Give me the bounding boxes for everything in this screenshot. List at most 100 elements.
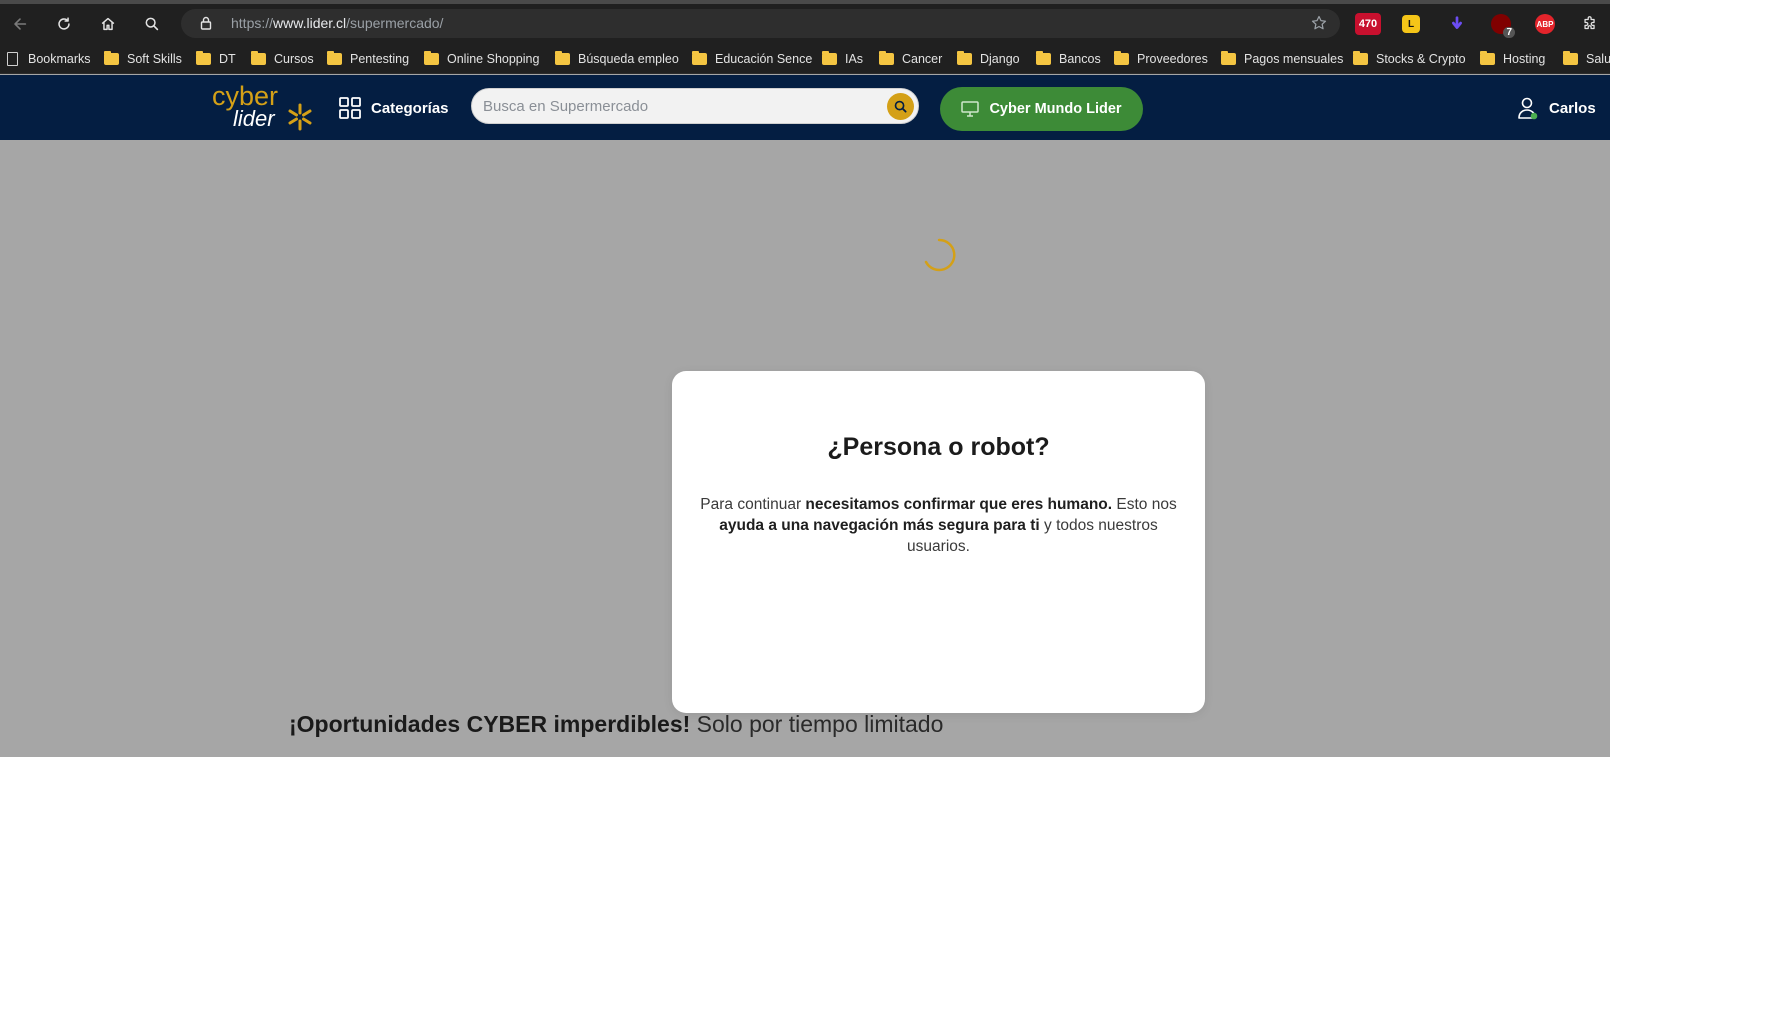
bookmark-label: Proveedores: [1137, 52, 1208, 66]
online-status-dot: [1530, 112, 1538, 120]
sale-badge-extension-icon[interactable]: 470: [1355, 13, 1381, 35]
user-icon: [1518, 97, 1538, 120]
bookmark-label: Stocks & Crypto: [1376, 52, 1466, 66]
bookmark-label: Online Shopping: [447, 52, 540, 66]
folder-icon: [692, 51, 707, 65]
bookmark-folder[interactable]: Pagos mensuales: [1221, 50, 1343, 68]
bookmark-folder[interactable]: Cancer: [879, 50, 942, 68]
modal-body-bold: ayuda a una navegación más segura para t…: [719, 517, 1040, 534]
reload-button[interactable]: [51, 11, 77, 37]
bookmark-label: Cancer: [902, 52, 943, 66]
bookmark-folder[interactable]: Django: [957, 50, 1020, 68]
l-extension-icon[interactable]: L: [1402, 15, 1420, 33]
modal-body-bold: necesitamos confirmar que eres humano.: [805, 496, 1113, 513]
bookmark-folder[interactable]: Cursos: [251, 50, 314, 68]
browser-window: https://www.lider.cl/supermercado/ 470 L…: [0, 0, 1610, 757]
url-host: www.lider.cl: [273, 15, 347, 31]
extension-badge: 7: [1503, 27, 1515, 38]
puzzle-icon: [1584, 16, 1595, 30]
lock-icon: [200, 16, 212, 30]
folder-icon: [879, 51, 894, 65]
folder-icon: [251, 51, 266, 65]
bookmark-item[interactable]: Bookmarks: [7, 50, 91, 68]
bookmark-folder[interactable]: Pentesting: [327, 50, 409, 68]
page-icon: [7, 52, 18, 66]
search-bar: [471, 88, 919, 124]
bookmark-label: Bookmarks: [28, 52, 91, 66]
site-header: cyber lider Categorías Busca en Supermer…: [0, 75, 1610, 140]
bookmark-folder[interactable]: IAs: [822, 50, 863, 68]
modal-body-text: Para continuar: [700, 496, 806, 513]
account-name: Carlos: [1549, 99, 1596, 117]
folder-icon: [1353, 51, 1368, 65]
modal-body: Para continuar necesitamos confirmar que…: [698, 494, 1179, 557]
promo-heading: ¡Oportunidades CYBER imperdibles! Solo p…: [289, 711, 943, 738]
bookmark-folder[interactable]: Proveedores: [1114, 50, 1208, 68]
folder-icon: [104, 51, 119, 65]
folder-icon: [1563, 51, 1578, 65]
extension-label: L: [1407, 18, 1415, 30]
bookmark-label: Django: [980, 52, 1020, 66]
folder-icon: [1114, 51, 1129, 65]
bookmark-folder[interactable]: Hosting: [1480, 50, 1545, 68]
loading-spinner-icon: [924, 238, 956, 272]
address-bar[interactable]: https://www.lider.cl/supermercado/: [181, 9, 1340, 38]
modal-title: ¿Persona o robot?: [827, 433, 1050, 461]
bookmark-label: DT: [219, 52, 236, 66]
back-button[interactable]: [7, 11, 33, 37]
monitor-icon: [961, 101, 980, 117]
folder-icon: [957, 51, 972, 65]
download-arrow-icon: [1452, 16, 1462, 29]
extensions-button[interactable]: [1577, 11, 1603, 37]
ublock-extension-icon[interactable]: 7: [1491, 14, 1515, 38]
search-button[interactable]: [887, 93, 914, 120]
download-extension-icon[interactable]: [1446, 13, 1468, 35]
bookmark-label: Salu: [1586, 52, 1610, 66]
grid-icon: [339, 97, 361, 119]
search-tabs-button[interactable]: [139, 11, 165, 37]
search-icon: [894, 100, 907, 113]
browser-toolbar: https://www.lider.cl/supermercado/ 470 L…: [0, 4, 1610, 42]
folder-icon: [1480, 51, 1495, 65]
modal-body-text: Esto nos: [1112, 496, 1177, 513]
bookmark-label: Hosting: [1503, 52, 1546, 66]
bookmark-folder[interactable]: Stocks & Crypto: [1353, 50, 1466, 68]
folder-icon: [424, 51, 439, 65]
search-input[interactable]: [483, 98, 883, 115]
reload-icon: [58, 17, 70, 30]
bookmark-folder[interactable]: Educación Sence: [692, 50, 812, 68]
search-icon: [145, 17, 159, 31]
bookmark-label: Pagos mensuales: [1244, 52, 1344, 66]
home-button[interactable]: [95, 11, 121, 37]
url-text[interactable]: https://www.lider.cl/supermercado/: [231, 15, 443, 31]
bookmark-label: Educación Sence: [715, 52, 813, 66]
folder-icon: [555, 51, 570, 65]
categories-label: Categorías: [371, 99, 449, 117]
bookmark-label: Pentesting: [350, 52, 410, 66]
folder-icon: [1036, 51, 1051, 65]
promo-light-text: Solo por tiempo limitado: [696, 711, 944, 737]
folder-icon: [196, 51, 211, 65]
captcha-modal: ¿Persona o robot? Para continuar necesit…: [672, 371, 1205, 713]
bookmark-label: Soft Skills: [127, 52, 182, 66]
promo-strong-text: ¡Oportunidades CYBER imperdibles!: [289, 711, 691, 737]
cyber-lider-logo[interactable]: cyber lider: [212, 81, 317, 135]
bookmark-folder[interactable]: Bancos: [1036, 50, 1101, 68]
adblock-plus-extension-icon[interactable]: ABP: [1535, 14, 1555, 34]
cyber-button-label: Cyber Mundo Lider: [989, 101, 1122, 117]
bookmark-label: Búsqueda empleo: [578, 52, 679, 66]
bookmark-folder[interactable]: DT: [196, 50, 236, 68]
cyber-mundo-lider-button[interactable]: Cyber Mundo Lider: [940, 87, 1143, 131]
back-arrow-icon: [14, 18, 27, 30]
bookmarks-bar: Bookmarks Soft Skills DT Cursos Pentesti…: [0, 42, 1610, 74]
categories-button[interactable]: Categorías: [339, 95, 449, 121]
bookmark-folder[interactable]: Búsqueda empleo: [555, 50, 679, 68]
folder-icon: [327, 51, 342, 65]
bookmark-star-icon[interactable]: [1310, 14, 1328, 32]
account-button[interactable]: Carlos: [1517, 95, 1596, 121]
bookmark-folder[interactable]: Salu: [1563, 50, 1610, 68]
bookmark-folder[interactable]: Soft Skills: [104, 50, 182, 68]
bookmark-label: Bancos: [1059, 52, 1101, 66]
url-path: /supermercado/: [346, 15, 444, 31]
bookmark-folder[interactable]: Online Shopping: [424, 50, 539, 68]
